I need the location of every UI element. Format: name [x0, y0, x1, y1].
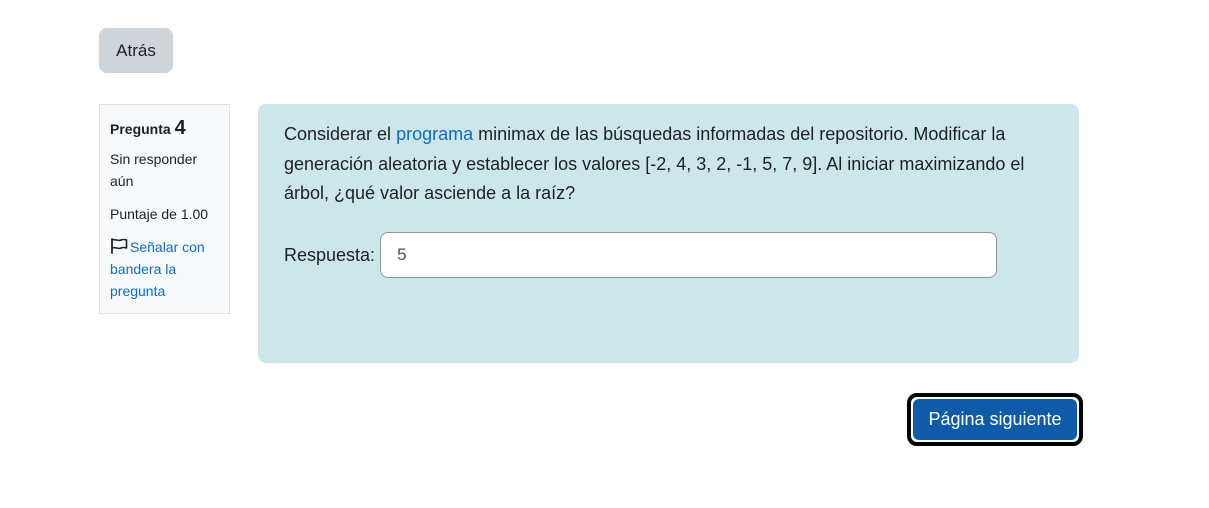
question-heading: Pregunta 4: [110, 117, 219, 140]
question-heading-label: Pregunta: [110, 121, 171, 137]
flag-question-link[interactable]: Señalar con bandera la pregunta: [110, 236, 219, 302]
answer-input[interactable]: [380, 232, 998, 278]
question-text: Considerar el programa minimax de las bú…: [284, 120, 1053, 209]
question-text-start: Considerar el: [284, 124, 397, 144]
question-info-panel: Pregunta 4 Sin responder aún Puntaje de …: [99, 104, 230, 314]
next-button-focus-ring: Página siguiente: [907, 393, 1083, 446]
answer-row: Respuesta:: [284, 232, 998, 278]
next-page-button[interactable]: Página siguiente: [913, 399, 1077, 440]
question-number: 4: [174, 117, 186, 139]
question-score: Puntaje de 1.00: [110, 206, 209, 222]
question-content: Considerar el programa minimax de las bú…: [258, 104, 1079, 363]
question-status: Sin responder aún: [110, 151, 198, 189]
quiz-page: Atrás Pregunta 4 Sin responder aún Punta…: [0, 0, 1209, 508]
program-link[interactable]: programa: [396, 124, 473, 144]
back-button[interactable]: Atrás: [99, 28, 173, 73]
answer-label: Respuesta:: [284, 244, 376, 265]
flag-outline-icon: [111, 238, 128, 254]
